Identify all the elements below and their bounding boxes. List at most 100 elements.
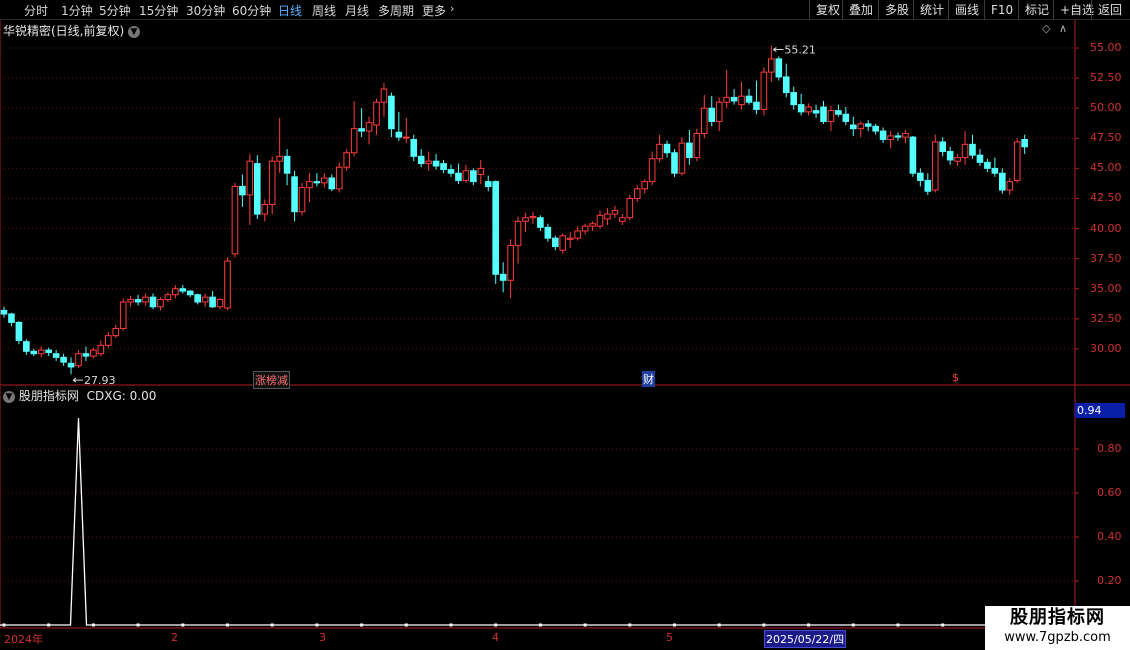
candle-body	[857, 123, 865, 130]
date-label-feb: 2	[171, 631, 178, 644]
date-label-may: 5	[666, 631, 673, 644]
candle-body	[514, 220, 522, 246]
cdxg-point	[47, 623, 51, 627]
candle-body	[142, 296, 149, 303]
candle-body	[239, 185, 246, 196]
candle-body	[663, 143, 671, 154]
cdxg-point	[270, 623, 274, 627]
candle-body	[261, 203, 269, 215]
candle-body	[827, 110, 835, 122]
candle-body	[537, 217, 544, 228]
chart-grid	[0, 20, 1130, 629]
candle-body	[254, 163, 261, 215]
candle-body	[127, 299, 134, 303]
candle-body	[626, 197, 634, 219]
candle-body	[455, 172, 462, 181]
candle-body	[447, 169, 455, 174]
candle-body	[157, 299, 164, 308]
watermark-title: 股朋指标网	[1010, 607, 1105, 628]
candle-body	[1006, 181, 1014, 191]
zhangbang-badge[interactable]: 涨榜减	[253, 371, 290, 389]
candle-body	[52, 353, 60, 358]
candle-body	[946, 151, 954, 161]
cdxg-point	[807, 623, 811, 627]
candle-body	[969, 143, 976, 156]
candle-body	[179, 288, 187, 292]
candle-body	[723, 96, 730, 103]
candle-body	[894, 135, 902, 138]
watermark-url: www.7gpzb.com	[1004, 630, 1111, 645]
candle-body	[559, 235, 567, 251]
cdxg-point	[404, 623, 408, 627]
indicator-tick-label: 0.40	[1097, 530, 1122, 543]
diamond-icon[interactable]: ◇	[1042, 22, 1050, 35]
indicator-panel-title: ▼ 股朋指标网 CDXG: 0.00	[3, 387, 156, 404]
candle-body	[917, 172, 924, 181]
candle-body	[395, 131, 403, 138]
finance-badge[interactable]: 财	[642, 371, 655, 387]
kline-chart[interactable]: 55.21 27.93	[0, 0, 1130, 650]
candle-body	[931, 141, 939, 191]
candle-body	[499, 273, 507, 281]
candle-body	[410, 139, 418, 157]
candle-body	[246, 160, 254, 196]
candle-body	[648, 158, 656, 183]
cdxg-point	[315, 623, 319, 627]
candle-body	[194, 294, 201, 303]
candle-body	[939, 141, 947, 153]
candle-body	[380, 88, 388, 103]
candle-body	[8, 313, 15, 323]
watermark: 股朋指标网 www.7gpzb.com	[985, 606, 1130, 650]
main-panel-title: 华锐精密(日线,前复权) ▼	[3, 22, 141, 39]
cdxg-point	[717, 623, 721, 627]
candle-body	[0, 309, 8, 315]
candle-body	[924, 179, 932, 192]
candle-body	[373, 101, 380, 126]
candle-body	[149, 296, 157, 308]
chevron-down-icon[interactable]: ▼	[3, 390, 15, 403]
candle-body	[97, 344, 105, 355]
candle-body	[365, 122, 373, 132]
indicator-name: 股朋指标网	[18, 389, 79, 403]
candle-body	[619, 217, 626, 222]
candle-body	[701, 107, 708, 134]
candle-body	[976, 154, 984, 163]
candle-body	[164, 294, 172, 301]
price-tick-label: 37.50	[1090, 251, 1122, 265]
cdxg-point	[136, 623, 140, 627]
low-marker-arrow	[72, 377, 84, 383]
candle-body	[484, 181, 492, 187]
candle-body	[1021, 139, 1028, 148]
candle-body	[321, 177, 328, 184]
indicator-tick-label: 0.80	[1097, 442, 1122, 455]
cdxg-point	[896, 623, 900, 627]
candle-body	[589, 223, 596, 227]
cdxg-line	[0, 418, 1075, 626]
candle-body	[738, 95, 745, 106]
candle-body	[797, 104, 805, 113]
candle-body	[417, 155, 425, 165]
candle-body	[425, 160, 432, 165]
candle-body	[961, 143, 969, 159]
candle-body	[656, 143, 663, 160]
candle-body	[775, 58, 783, 78]
candle-body	[224, 260, 231, 309]
candle-body	[529, 216, 537, 219]
candle-body	[872, 125, 879, 132]
candle-body	[343, 152, 350, 168]
candle-body	[313, 181, 321, 184]
candle-body	[134, 299, 142, 303]
cdxg-point	[941, 623, 945, 627]
candle-body	[75, 353, 82, 367]
indicator-current-value: 0.94	[1075, 403, 1125, 418]
chevron-down-icon[interactable]: ▼	[128, 25, 141, 38]
stock-title: 华锐精密(日线,前复权)	[3, 24, 125, 38]
candle-body	[470, 170, 477, 183]
dividend-badge[interactable]: $	[951, 371, 960, 384]
cdxg-point	[449, 623, 453, 627]
caret-up-icon[interactable]: ∧	[1059, 22, 1067, 35]
date-axis: 2024年 2 3 4 5 2025/05/22/四	[0, 630, 1130, 650]
candle-body	[745, 95, 753, 103]
candle-body	[82, 353, 90, 357]
candlestick-series	[0, 45, 1028, 375]
